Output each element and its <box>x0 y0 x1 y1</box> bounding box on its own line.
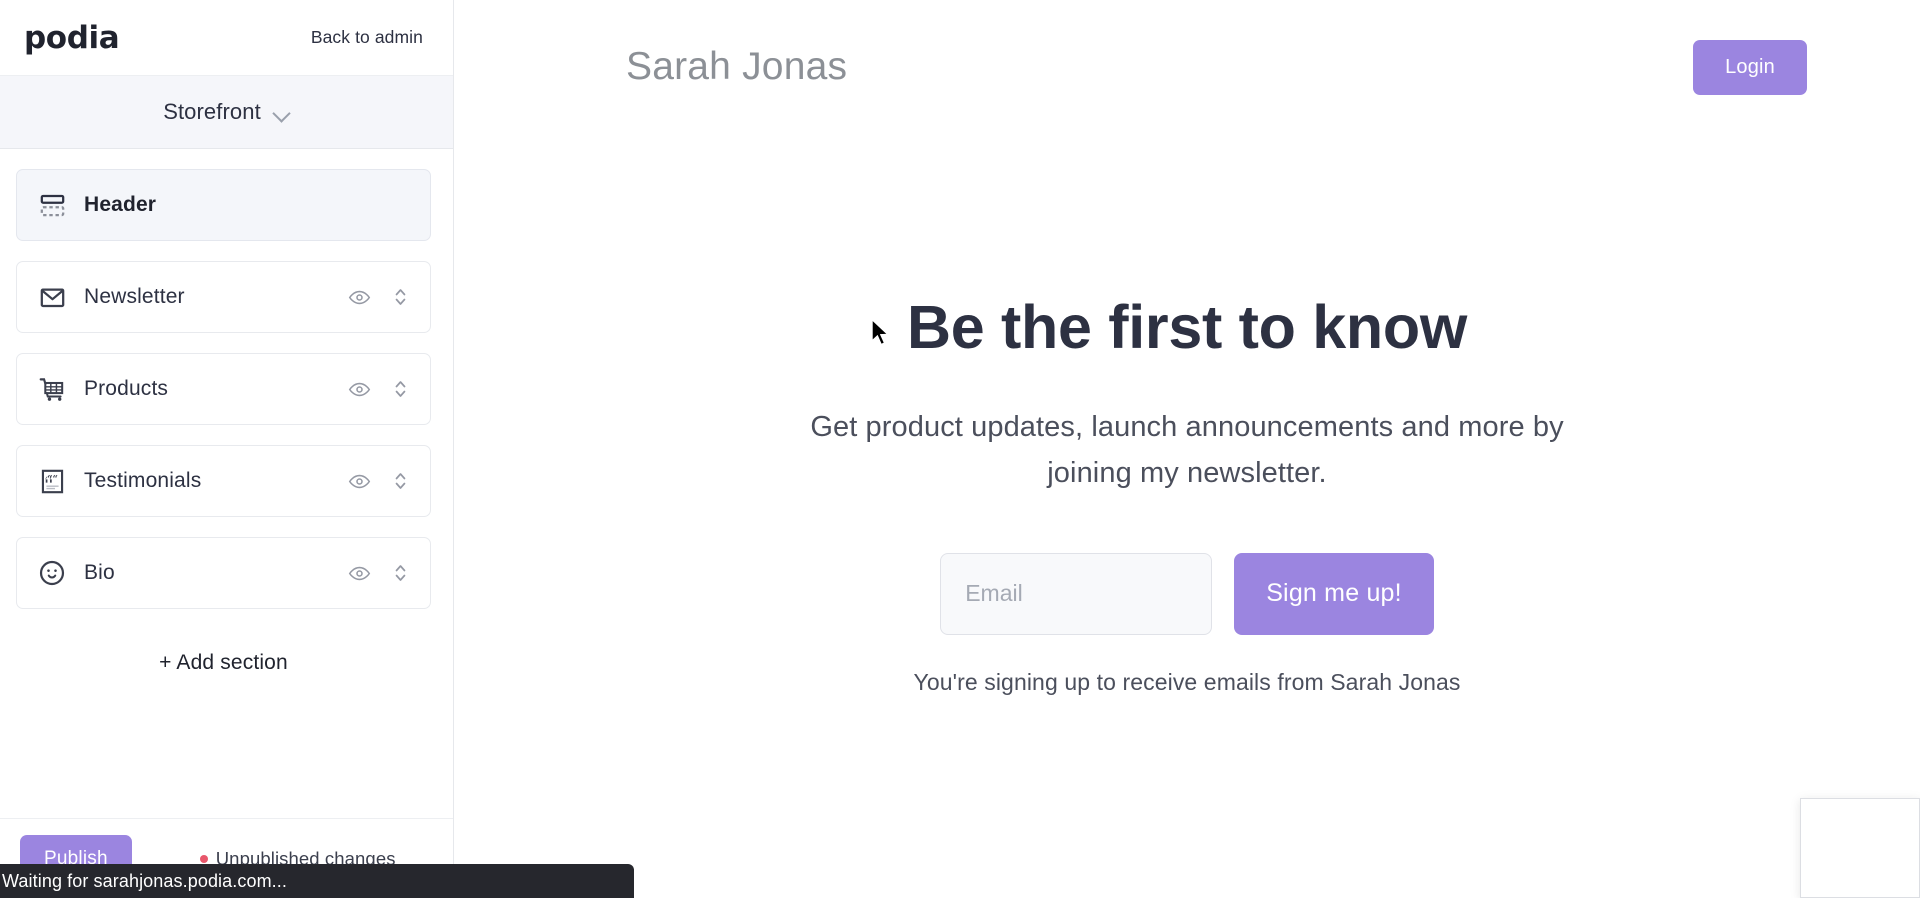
app-root: podia Back to admin Storefront Header Ne… <box>0 0 1920 898</box>
sidebar-item-label: Products <box>84 377 169 400</box>
storefront-preview: Sarah Jonas Login Be the first to know G… <box>454 0 1920 898</box>
chevron-down-icon <box>274 107 290 117</box>
browser-status-text: Waiting for sarahjonas.podia.com... <box>2 870 287 891</box>
envelope-icon <box>37 282 67 312</box>
section-list: Header Newsletter Products ““ Testimonia… <box>0 149 453 818</box>
visibility-eye-icon[interactable] <box>348 470 371 493</box>
header-layout-icon <box>37 190 67 220</box>
storefront-selector-label: Storefront <box>163 99 261 124</box>
sidebar-item-header[interactable]: Header <box>16 169 431 241</box>
email-input[interactable] <box>940 552 1213 635</box>
editor-sidebar: podia Back to admin Storefront Header Ne… <box>0 0 454 898</box>
newsletter-signup-form: Sign me up! <box>454 552 1920 635</box>
reorder-handle-icon[interactable] <box>393 561 408 585</box>
reorder-handle-icon[interactable] <box>393 285 408 309</box>
visibility-eye-icon[interactable] <box>348 562 371 585</box>
preview-header: Sarah Jonas Login <box>454 0 1920 134</box>
newsletter-section: Be the first to know Get product updates… <box>454 134 1920 696</box>
podia-logo[interactable]: podia <box>24 20 120 56</box>
store-name: Sarah Jonas <box>626 45 848 88</box>
page-title: Be the first to know <box>907 293 1467 361</box>
signup-disclaimer: You're signing up to receive emails from… <box>913 668 1461 695</box>
visibility-eye-icon[interactable] <box>348 378 371 401</box>
section-actions <box>348 469 408 493</box>
add-section-button[interactable]: + Add section <box>16 629 431 675</box>
sidebar-item-products[interactable]: Products <box>16 353 431 425</box>
browser-status-bar: Waiting for sarahjonas.podia.com... <box>0 864 634 898</box>
sidebar-item-label: Bio <box>84 561 115 584</box>
storefront-selector[interactable]: Storefront <box>0 76 453 149</box>
sidebar-item-label: Testimonials <box>84 469 202 492</box>
smiley-face-icon <box>37 558 67 588</box>
sidebar-item-newsletter[interactable]: Newsletter <box>16 261 431 333</box>
hero-subtitle: Get product updates, launch announcement… <box>810 411 1564 489</box>
reorder-handle-icon[interactable] <box>393 469 408 493</box>
sidebar-item-bio[interactable]: Bio <box>16 537 431 609</box>
sidebar-item-label: Newsletter <box>84 285 185 308</box>
quote-icon: ““ <box>37 466 67 496</box>
section-actions <box>348 285 408 309</box>
shopping-cart-icon <box>37 374 67 404</box>
section-actions <box>348 377 408 401</box>
section-actions <box>348 561 408 585</box>
sidebar-item-label: Header <box>84 193 157 216</box>
sidebar-topbar: podia Back to admin <box>0 0 453 76</box>
sidebar-item-testimonials[interactable]: ““ Testimonials <box>16 445 431 517</box>
signup-button[interactable]: Sign me up! <box>1234 552 1434 635</box>
svg-text:““: ““ <box>47 473 58 484</box>
status-dot-icon <box>199 854 208 863</box>
back-to-admin-link[interactable]: Back to admin <box>311 27 423 48</box>
chat-widget-panel[interactable] <box>1800 798 1920 898</box>
login-button[interactable]: Login <box>1693 39 1807 95</box>
visibility-eye-icon[interactable] <box>348 286 371 309</box>
reorder-handle-icon[interactable] <box>393 377 408 401</box>
